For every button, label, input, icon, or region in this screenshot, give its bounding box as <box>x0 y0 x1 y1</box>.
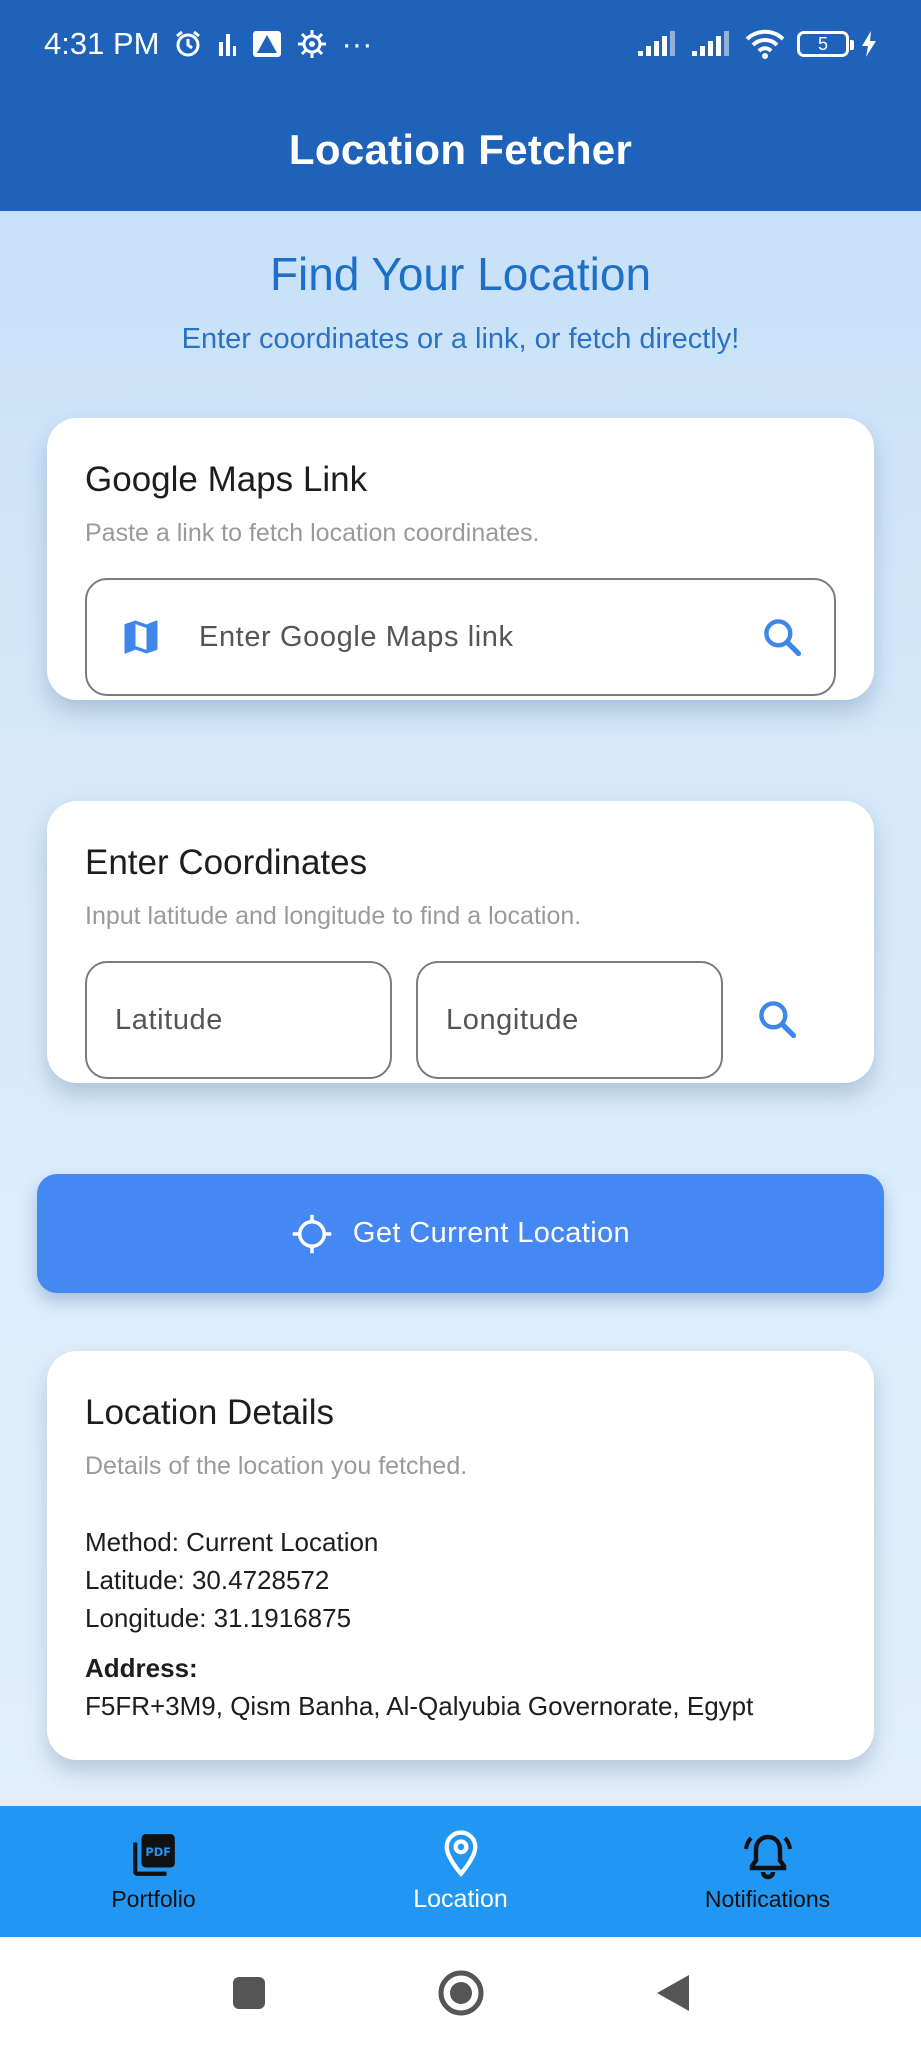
maps-link-field[interactable] <box>85 578 836 696</box>
latitude-input[interactable] <box>115 1003 390 1037</box>
coordinates-subtitle: Input latitude and longitude to find a l… <box>85 902 582 930</box>
longitude-field[interactable] <box>416 961 723 1079</box>
maps-link-input[interactable] <box>199 620 760 654</box>
battery-level: 5 <box>817 33 828 54</box>
back-triangle-icon[interactable] <box>655 1973 691 2013</box>
status-bar: 4:31 PM ··· 5 <box>0 0 921 88</box>
nav-label-location: Location <box>413 1885 508 1913</box>
map-icon <box>119 615 163 659</box>
cell-signal-icon <box>637 31 679 57</box>
more-dots-icon: ··· <box>341 26 373 61</box>
nav-item-notifications[interactable]: Notifications <box>614 1806 921 1937</box>
bottom-nav: PDF Portfolio Location Notifications <box>0 1806 921 1937</box>
location-details-card: Location Details Details of the location… <box>47 1351 874 1760</box>
signal-bars-icon <box>217 30 237 58</box>
status-right: 5 <box>637 29 877 59</box>
system-nav-bar <box>0 1937 921 2048</box>
maps-link-subtitle: Paste a link to fetch location coordinat… <box>85 519 540 547</box>
crosshair-icon <box>291 1213 333 1255</box>
address-value: F5FR+3M9, Qism Banha, Al-Qalyubia Govern… <box>85 1691 754 1721</box>
get-current-location-label: Get Current Location <box>352 1217 631 1249</box>
longitude-input[interactable] <box>446 1003 721 1037</box>
wifi-icon <box>745 29 785 59</box>
main-content[interactable]: Find Your Location Enter coordinates or … <box>0 211 921 1806</box>
gear-icon <box>297 29 327 59</box>
coordinates-title: Enter Coordinates <box>85 843 368 882</box>
maps-link-card: Google Maps Link Paste a link to fetch l… <box>47 418 874 700</box>
nav-label-notifications: Notifications <box>704 1886 831 1912</box>
alarm-icon <box>173 29 203 59</box>
svg-text:PDF: PDF <box>145 1845 171 1859</box>
nav-label-portfolio: Portfolio <box>111 1886 196 1912</box>
home-circle-icon[interactable] <box>437 1969 485 2017</box>
bell-ringing-icon <box>742 1830 794 1880</box>
location-pin-icon <box>439 1829 483 1879</box>
app-notification-icon <box>251 29 283 59</box>
details-latitude: Latitude: 30.4728572 <box>85 1565 330 1595</box>
charging-bolt-icon <box>861 31 877 57</box>
details-title: Location Details <box>85 1393 335 1432</box>
app-bar: Location Fetcher <box>0 88 921 211</box>
coordinates-card: Enter Coordinates Input latitude and lon… <box>47 801 874 1083</box>
battery-icon: 5 <box>797 31 854 57</box>
status-left: 4:31 PM ··· <box>44 26 372 62</box>
latitude-field[interactable] <box>85 961 392 1079</box>
details-method: Method: Current Location <box>85 1527 379 1557</box>
details-subtitle: Details of the location you fetched. <box>85 1452 468 1480</box>
maps-link-title: Google Maps Link <box>85 460 368 499</box>
pdf-icon: PDF <box>129 1830 179 1880</box>
status-time: 4:31 PM <box>44 26 160 61</box>
coordinates-search-icon[interactable] <box>755 997 799 1041</box>
address-label: Address: <box>85 1653 198 1683</box>
nav-item-location[interactable]: Location <box>307 1806 614 1937</box>
nav-item-portfolio[interactable]: PDF Portfolio <box>0 1806 307 1937</box>
hero-subtitle: Enter coordinates or a link, or fetch di… <box>181 323 740 355</box>
cell-signal-2-icon <box>691 31 733 57</box>
search-icon[interactable] <box>760 615 804 659</box>
details-lines: Method: Current Location Latitude: 30.47… <box>85 1523 378 1637</box>
app-title: Location Fetcher <box>288 125 633 173</box>
details-longitude: Longitude: 31.1916875 <box>85 1603 352 1633</box>
recents-square-icon[interactable] <box>231 1975 267 2011</box>
hero-title: Find Your Location <box>269 248 652 300</box>
get-current-location-button[interactable]: Get Current Location <box>37 1174 884 1293</box>
